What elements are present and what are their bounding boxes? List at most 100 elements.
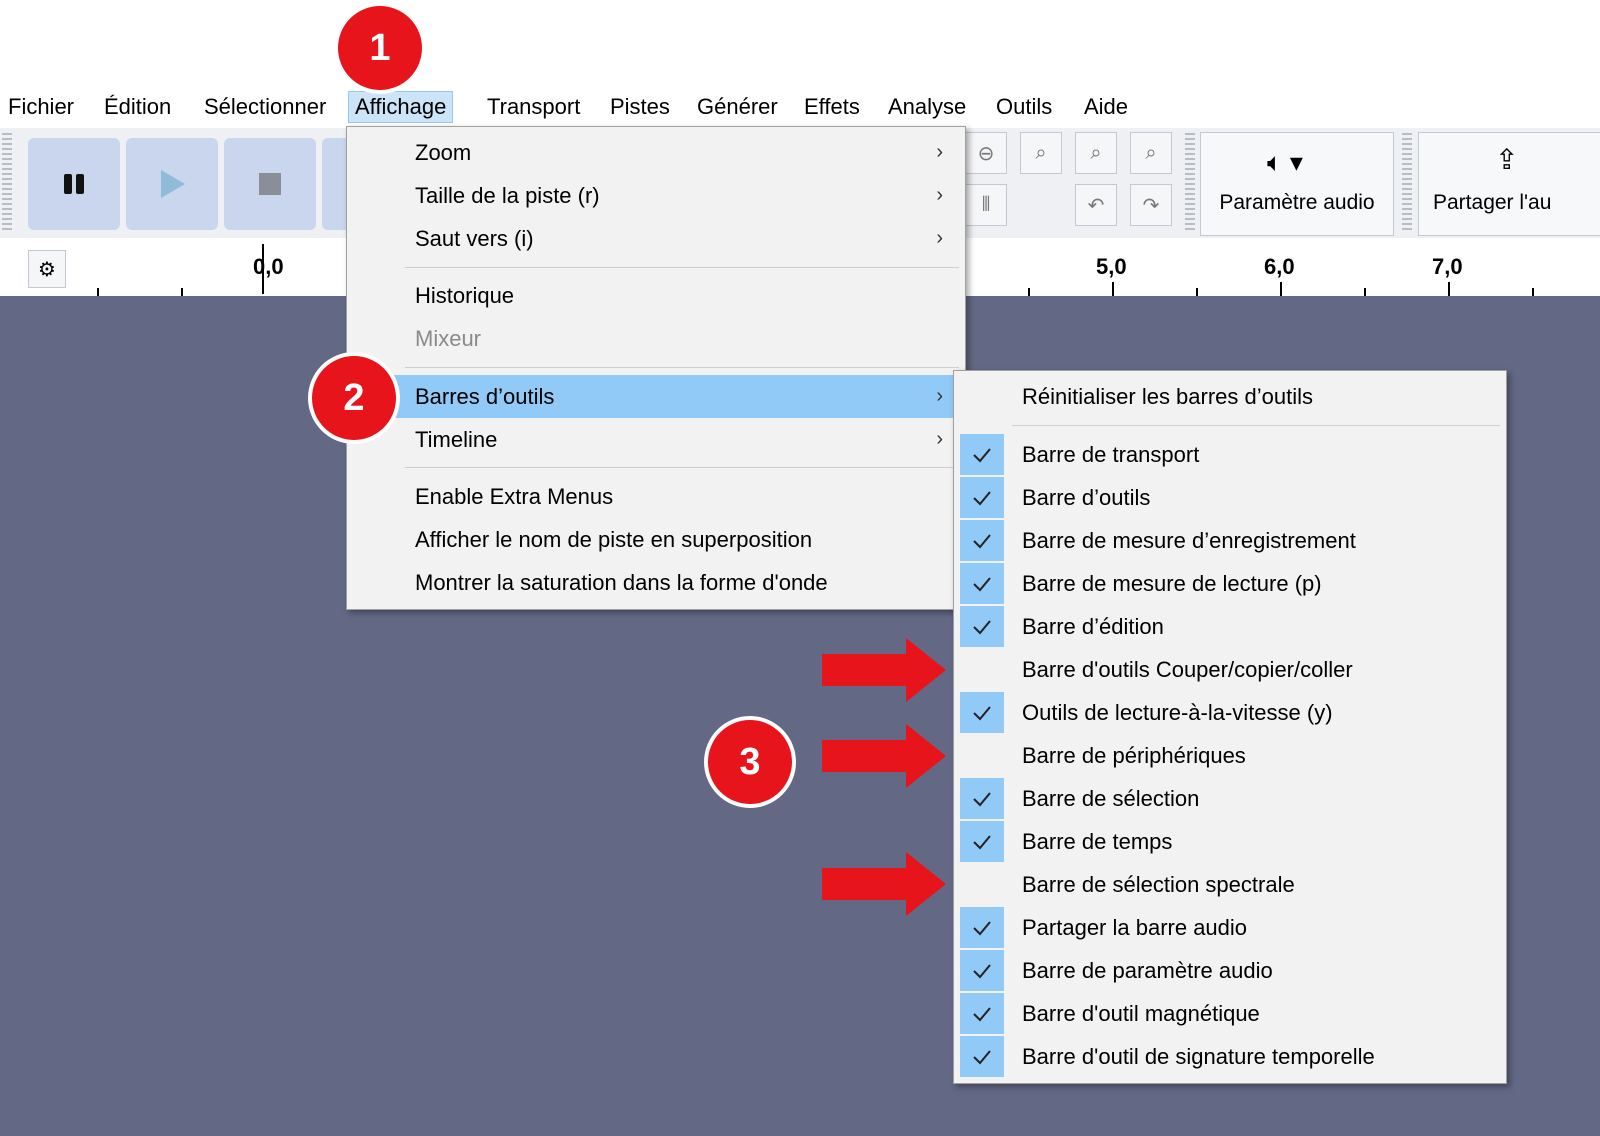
- menu-outils[interactable]: Outils: [990, 92, 1058, 122]
- share-icon: ⇪: [1495, 144, 1519, 175]
- chevron-right-icon: ›: [936, 227, 943, 249]
- share-audio-button[interactable]: ⇪ Partager l'au: [1418, 132, 1600, 236]
- menu-item-label: Barre d'outils Couper/copier/coller: [1022, 657, 1353, 682]
- menubar: Fichier Édition Sélectionner Affichage T…: [0, 88, 1600, 128]
- annotation-arrow: [822, 852, 946, 916]
- menu-item-label: Barre de temps: [1022, 829, 1173, 854]
- menu-item-track-name-overlay[interactable]: Afficher le nom de piste en superpositio…: [347, 518, 965, 561]
- menu-item-toolbars[interactable]: Barres d’outils ›: [347, 375, 965, 418]
- menu-item-label: Zoom: [415, 140, 472, 165]
- menu-item-label: Barre d'outil magnétique: [1022, 1001, 1260, 1026]
- share-audio-label: Partager l'au: [1433, 191, 1552, 214]
- menu-item-timeline[interactable]: Timeline ›: [347, 418, 965, 461]
- toolbar-toggle-item[interactable]: Barre d’édition: [954, 605, 1506, 648]
- menu-item-label: Barre de sélection: [1022, 786, 1200, 811]
- menu-aide[interactable]: Aide: [1078, 92, 1134, 122]
- audio-setup-button[interactable]: 🔈︎ ▾ Paramètre audio: [1200, 132, 1394, 236]
- toolbar-toggle-item[interactable]: Barre d’outils: [954, 476, 1506, 519]
- menu-item-label: Afficher le nom de piste en superpositio…: [415, 527, 813, 552]
- toolbar-toggle-item[interactable]: Barre de paramètre audio: [954, 949, 1506, 992]
- check-icon: [960, 434, 1004, 475]
- ruler-label: 6,0: [1264, 254, 1295, 279]
- ruler-label: 0,0: [253, 254, 284, 279]
- toolbar-toggle-item[interactable]: Barre de sélection spectrale: [954, 863, 1506, 906]
- speaker-icon: 🔈︎ ▾: [1267, 147, 1303, 177]
- menu-affichage[interactable]: Affichage: [348, 91, 454, 123]
- toolbar-toggle-item[interactable]: Barre d'outil de signature temporelle: [954, 1035, 1506, 1078]
- check-icon: [960, 563, 1004, 604]
- pause-button[interactable]: [28, 138, 120, 230]
- menu-item-label: Barre d'outil de signature temporelle: [1022, 1044, 1375, 1069]
- annotation-badge-3: 3: [704, 716, 796, 808]
- toolbar-grip[interactable]: [1402, 133, 1412, 233]
- menu-item-skip-to[interactable]: Saut vers (i) ›: [347, 217, 965, 260]
- toolbar-grip[interactable]: [2, 133, 12, 233]
- menu-item-label: Taille de la piste (r): [415, 183, 600, 208]
- gear-icon[interactable]: ⚙: [28, 250, 66, 288]
- audio-setup-label: Paramètre audio: [1219, 191, 1375, 214]
- check-icon: [960, 778, 1004, 819]
- menu-item-label: Mixeur: [415, 326, 482, 351]
- toolbar-grip[interactable]: [1185, 133, 1195, 233]
- toolbar-toggle-item[interactable]: Barre de périphériques: [954, 734, 1506, 777]
- check-icon: [960, 692, 1004, 733]
- menu-item-label: Barre de sélection spectrale: [1022, 872, 1295, 897]
- menu-item-show-clipping[interactable]: Montrer la saturation dans la forme d'on…: [347, 561, 965, 604]
- toolbar-toggle-item[interactable]: Barre de temps: [954, 820, 1506, 863]
- menu-analyse[interactable]: Analyse: [882, 92, 972, 122]
- menu-item-extra-menus[interactable]: Enable Extra Menus: [347, 475, 965, 518]
- check-icon: [960, 821, 1004, 862]
- undo-icon[interactable]: ↶: [1075, 184, 1117, 226]
- toolbar-toggle-item[interactable]: Barre d'outils Couper/copier/coller: [954, 648, 1506, 691]
- menu-item-reset-toolbars[interactable]: Réinitialiser les barres d’outils: [954, 375, 1506, 418]
- stop-button[interactable]: [224, 138, 316, 230]
- menu-transport[interactable]: Transport: [481, 92, 586, 122]
- menu-item-label: Timeline: [415, 427, 498, 452]
- ruler-tick: [1112, 282, 1114, 296]
- menu-item-zoom[interactable]: Zoom ›: [347, 131, 965, 174]
- ruler-tick: [1448, 282, 1450, 296]
- menu-separator: [405, 467, 959, 468]
- trim-icon[interactable]: ⦀: [965, 184, 1007, 226]
- menu-item-label: Barre d’édition: [1022, 614, 1164, 639]
- pause-icon: [64, 174, 84, 194]
- menu-edition[interactable]: Édition: [98, 92, 177, 122]
- ruler-tick: [1280, 282, 1282, 296]
- check-icon: [960, 993, 1004, 1034]
- zoom-fit-icon[interactable]: ⌕: [1075, 132, 1117, 174]
- redo-icon[interactable]: ↷: [1130, 184, 1172, 226]
- toolbar-toggle-item[interactable]: Outils de lecture-à-la-vitesse (y): [954, 691, 1506, 734]
- ruler-tick: [181, 288, 183, 296]
- play-button[interactable]: [126, 138, 218, 230]
- menu-selectionner[interactable]: Sélectionner: [198, 92, 332, 122]
- toolbar-toggle-item[interactable]: Partager la barre audio: [954, 906, 1506, 949]
- toolbar-toggle-item[interactable]: Barre d'outil magnétique: [954, 992, 1506, 1035]
- menu-item-label: Barre de mesure de lecture (p): [1022, 571, 1322, 596]
- toolbar-toggle-item[interactable]: Barre de transport: [954, 433, 1506, 476]
- menu-item-label: Barre d’outils: [1022, 485, 1151, 510]
- menu-item-label: Barres d’outils: [415, 384, 555, 409]
- zoom-out-icon[interactable]: ⊖: [965, 132, 1007, 174]
- menu-item-label: Réinitialiser les barres d’outils: [1022, 384, 1314, 409]
- menu-item-history[interactable]: Historique: [347, 274, 965, 317]
- menu-separator: [1012, 425, 1500, 426]
- toolbar-toggle-item[interactable]: Barre de mesure de lecture (p): [954, 562, 1506, 605]
- toolbar-toggle-item[interactable]: Barre de mesure d’enregistrement: [954, 519, 1506, 562]
- menu-fichier[interactable]: Fichier: [2, 92, 80, 122]
- check-icon: [960, 907, 1004, 948]
- menu-separator: [405, 367, 959, 368]
- zoom-fit-selection-icon[interactable]: ⌕: [1020, 132, 1062, 174]
- menu-effets[interactable]: Effets: [798, 92, 866, 122]
- check-icon: [960, 477, 1004, 518]
- ruler-tick: [97, 288, 99, 296]
- check-icon: [960, 1036, 1004, 1077]
- menu-item-label: Montrer la saturation dans la forme d'on…: [415, 570, 828, 595]
- toolbar-toggle-item[interactable]: Barre de sélection: [954, 777, 1506, 820]
- menu-item-label: Barre de paramètre audio: [1022, 958, 1273, 983]
- stop-icon: [259, 173, 281, 195]
- zoom-toggle-icon[interactable]: ⌕: [1130, 132, 1172, 174]
- menu-generer[interactable]: Générer: [691, 92, 784, 122]
- menu-item-track-size[interactable]: Taille de la piste (r) ›: [347, 174, 965, 217]
- menu-pistes[interactable]: Pistes: [604, 92, 676, 122]
- toolbars-submenu: Réinitialiser les barres d’outils Barre …: [953, 370, 1507, 1084]
